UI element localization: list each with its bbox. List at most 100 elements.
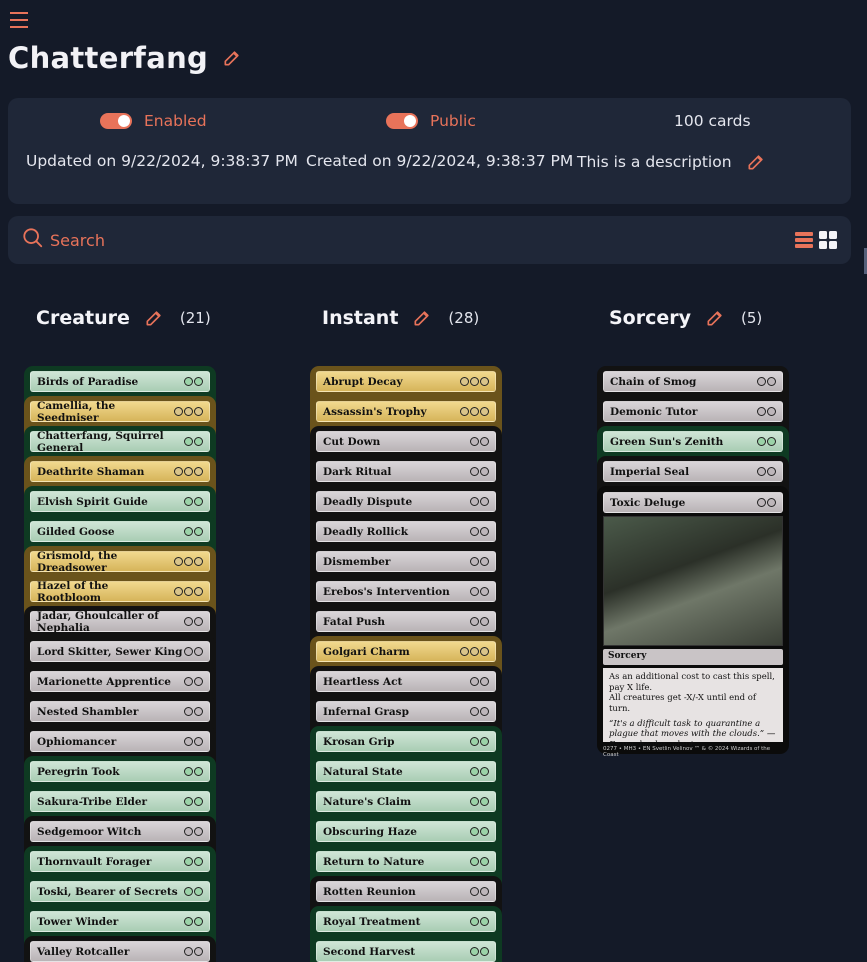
edit-description-pencil-icon[interactable] xyxy=(746,152,766,172)
mana-cost-icon xyxy=(470,767,489,776)
mana-cost-icon xyxy=(184,437,203,446)
mana-cost-icon xyxy=(470,707,489,716)
column-title: Creature xyxy=(36,307,130,329)
created-date: Created on 9/22/2024, 9:38:37 PM xyxy=(306,152,574,170)
deck-description: This is a description xyxy=(577,153,732,171)
mana-cost-icon xyxy=(184,647,203,656)
mana-cost-icon xyxy=(470,887,489,896)
mana-cost-icon xyxy=(470,947,489,956)
card-name: Thornvault Forager xyxy=(37,855,152,868)
card-name: Elvish Spirit Guide xyxy=(37,495,148,508)
mana-cost-icon xyxy=(470,587,489,596)
mana-cost-icon xyxy=(757,377,776,386)
card-name: Sakura-Tribe Elder xyxy=(37,795,148,808)
card-item[interactable]: Valley Rotcaller xyxy=(24,936,216,962)
card-art-image xyxy=(603,516,783,646)
card-name: Deathrite Shaman xyxy=(37,465,145,478)
card-name: Fatal Push xyxy=(323,615,386,628)
mana-cost-icon xyxy=(184,737,203,746)
mana-cost-icon xyxy=(184,527,203,536)
column-sorcery: Sorcery (5) xyxy=(609,300,762,336)
mana-cost-icon xyxy=(470,827,489,836)
card-name: Green Sun's Zenith xyxy=(610,435,724,448)
column-count: (28) xyxy=(448,309,480,327)
grid-view-icon[interactable] xyxy=(819,231,837,253)
card-name: Return to Nature xyxy=(323,855,425,868)
card-rules-text: As an additional cost to cast this spell… xyxy=(603,668,783,750)
mana-cost-icon xyxy=(174,557,203,566)
card-name: Rotten Reunion xyxy=(323,885,416,898)
mana-cost-icon xyxy=(460,647,489,656)
public-toggle[interactable] xyxy=(386,113,418,129)
mana-cost-icon xyxy=(184,947,203,956)
card-name: Jadar, Ghoulcaller of Nephalia xyxy=(37,609,159,634)
card-name: Assassin's Trophy xyxy=(323,405,427,418)
mana-cost-icon xyxy=(184,917,203,926)
list-view-icon[interactable] xyxy=(795,231,813,253)
card-name: Ophiomancer xyxy=(37,735,117,748)
card-name: Grismold, the Dreadsower xyxy=(37,549,118,574)
mana-cost-icon xyxy=(460,377,489,386)
mana-cost-icon xyxy=(470,557,489,566)
mana-cost-icon xyxy=(184,887,203,896)
card-name: Valley Rotcaller xyxy=(37,945,130,958)
card-name: Dismember xyxy=(323,555,391,568)
card-name: Toski, Bearer of Secrets xyxy=(37,885,178,898)
mana-cost-icon xyxy=(184,497,203,506)
card-name: Abrupt Decay xyxy=(323,375,403,388)
mana-cost-icon xyxy=(184,677,203,686)
column-instant: Instant (28) xyxy=(322,300,479,336)
column-creature: Creature (21) xyxy=(36,300,211,336)
mana-cost-icon xyxy=(174,407,203,416)
mana-cost-icon xyxy=(470,527,489,536)
card-name: Tower Winder xyxy=(37,915,119,928)
column-count: (21) xyxy=(179,309,211,327)
search-bar[interactable]: Search xyxy=(8,216,851,264)
card-name: Deadly Rollick xyxy=(323,525,409,538)
card-item[interactable]: Second Harvest xyxy=(310,936,502,962)
card-name: Erebos's Intervention xyxy=(323,585,450,598)
search-icon xyxy=(22,227,44,253)
enabled-toggle[interactable] xyxy=(100,113,132,129)
card-name: Imperial Seal xyxy=(610,465,690,478)
mana-cost-icon xyxy=(184,797,203,806)
mana-cost-icon xyxy=(184,377,203,386)
mana-cost-icon xyxy=(174,587,203,596)
deck-info-panel: Enabled Public 100 cards Updated on 9/22… xyxy=(8,98,851,204)
menu-icon[interactable] xyxy=(10,12,30,28)
column-title: Sorcery xyxy=(609,307,692,329)
card-name: Camellia, the Seedmiser xyxy=(37,399,116,424)
mana-cost-icon xyxy=(184,857,203,866)
mana-cost-icon xyxy=(757,437,776,446)
mana-cost-icon xyxy=(184,617,203,626)
mana-cost-icon xyxy=(184,827,203,836)
mana-cost-icon xyxy=(184,707,203,716)
card-name: Sedgemoor Witch xyxy=(37,825,142,838)
mana-cost-icon xyxy=(470,797,489,806)
card-name: Cut Down xyxy=(323,435,381,448)
rules-line: As an additional cost to cast this spell… xyxy=(609,672,775,693)
edit-category-pencil-icon[interactable] xyxy=(412,308,432,328)
card-name: Lord Skitter, Sewer King xyxy=(37,645,183,658)
card-type-line: Sorcery xyxy=(603,649,783,665)
card-name: Gilded Goose xyxy=(37,525,115,538)
mana-cost-icon xyxy=(757,467,776,476)
card-footer: 0277 • MH3 • EN Svetlin Velinov ™ & © 20… xyxy=(603,746,771,758)
card-name: Peregrin Took xyxy=(37,765,120,778)
card-name: Toxic Deluge xyxy=(610,496,686,509)
card-name: Krosan Grip xyxy=(323,735,395,748)
updated-date: Updated on 9/22/2024, 9:38:37 PM xyxy=(26,152,298,170)
column-title: Instant xyxy=(322,307,399,329)
search-input[interactable]: Search xyxy=(50,231,105,250)
featured-card[interactable]: Toxic Deluge Sorcery As an additional co… xyxy=(597,486,789,758)
card-name: Demonic Tutor xyxy=(610,405,698,418)
edit-category-pencil-icon[interactable] xyxy=(705,308,725,328)
mana-cost-icon xyxy=(757,498,776,507)
card-name: Heartless Act xyxy=(323,675,403,688)
public-label: Public xyxy=(430,112,476,130)
edit-category-pencil-icon[interactable] xyxy=(144,308,164,328)
edit-title-pencil-icon[interactable] xyxy=(222,48,242,68)
mana-cost-icon xyxy=(184,767,203,776)
card-name: Golgari Charm xyxy=(323,645,410,658)
card-name: Obscuring Haze xyxy=(323,825,417,838)
